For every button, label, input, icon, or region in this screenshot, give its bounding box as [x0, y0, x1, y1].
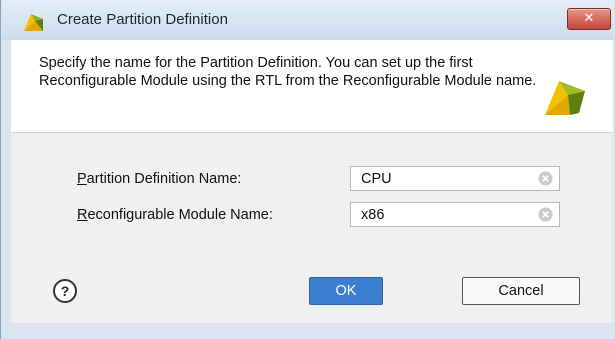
reconfigurable-module-field[interactable]: [350, 202, 560, 227]
dialog-window: Create Partition Definition ✕ Specify th…: [0, 0, 615, 339]
dialog-header: Specify the name for the Partition Defin…: [11, 40, 613, 133]
partition-definition-label: Partition Definition Name:: [77, 171, 241, 187]
partition-definition-input[interactable]: [351, 167, 531, 190]
dialog-description: Specify the name for the Partition Defin…: [39, 55, 537, 89]
close-icon: ✕: [583, 11, 595, 26]
dialog-title: Create Partition Definition: [57, 11, 228, 28]
clear-field-icon[interactable]: [538, 207, 553, 222]
close-button[interactable]: ✕: [567, 8, 611, 30]
vivado-logo-icon: [545, 81, 585, 115]
title-bar[interactable]: Create Partition Definition ✕: [2, 0, 614, 40]
form-panel: Partition Definition Name: Reconfigurabl…: [11, 133, 613, 323]
module-label-mnemonic: R: [77, 207, 88, 223]
reconfigurable-module-label: Reconfigurable Module Name:: [77, 207, 273, 223]
clear-field-icon[interactable]: [538, 171, 553, 186]
module-label-text: econfigurable Module Name:: [87, 207, 273, 223]
partition-label-mnemonic: P: [77, 171, 87, 187]
vivado-logo-icon: [24, 14, 43, 31]
ok-button[interactable]: OK: [309, 277, 383, 305]
reconfigurable-module-input[interactable]: [351, 203, 531, 226]
cancel-button[interactable]: Cancel: [462, 277, 580, 305]
partition-label-text: artition Definition Name:: [86, 171, 242, 187]
help-button[interactable]: ?: [53, 279, 77, 303]
partition-definition-field[interactable]: [350, 166, 560, 191]
